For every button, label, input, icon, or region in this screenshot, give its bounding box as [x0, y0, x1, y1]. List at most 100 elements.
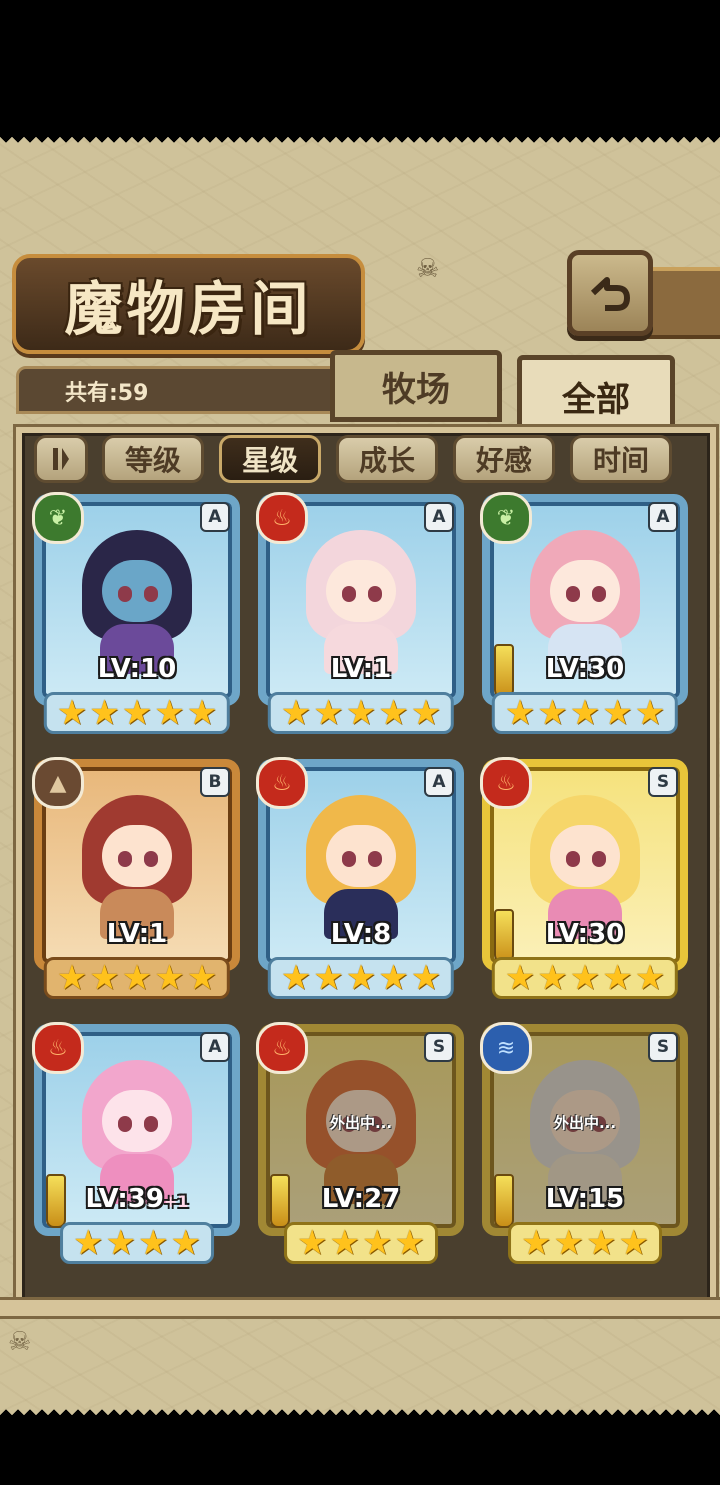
- sort-star-button[interactable]: 星级: [219, 435, 321, 483]
- star-icon: ★: [154, 693, 185, 733]
- away-status: 外出中...: [553, 1114, 617, 1132]
- star-icon: ★: [410, 958, 442, 998]
- monster-card[interactable]: A ♨ LV:1 ★ ★ ★ ★ ★: [256, 492, 464, 738]
- flame-icon: ♨: [256, 757, 308, 809]
- star-icon: ★: [186, 693, 218, 733]
- star-icon: ★: [569, 958, 601, 998]
- portrait-face: [550, 825, 620, 887]
- rank-badge: A: [200, 502, 230, 532]
- monster-portrait: [522, 789, 648, 939]
- sort-order-toggle[interactable]: [34, 435, 88, 483]
- portrait-face: [102, 560, 172, 622]
- star-rating: ★ ★ ★ ★ ★: [267, 957, 455, 999]
- star-rating: ★ ★ ★ ★ ★: [267, 692, 455, 734]
- star-icon: ★: [345, 693, 377, 733]
- level-bonus: +1: [163, 1192, 189, 1211]
- portrait-eye: [368, 851, 382, 867]
- star-icon: ★: [73, 1223, 104, 1263]
- star-icon: ★: [186, 958, 218, 998]
- star-icon: ★: [329, 1223, 360, 1263]
- monster-card[interactable]: A ♨ LV:39+1 ★ ★ ★ ★: [32, 1022, 240, 1268]
- star-icon: ★: [313, 958, 344, 998]
- flame-icon: ♨: [32, 1022, 84, 1074]
- title-plate: 魔物房间: [12, 254, 365, 354]
- flame-icon: ♨: [480, 757, 532, 809]
- footer-rail: [0, 1297, 720, 1319]
- monster-card[interactable]: S ♨ 外出中... LV:27 ★ ★ ★ ★: [256, 1022, 464, 1268]
- monster-card[interactable]: S ≋ 外出中... LV:15 ★ ★ ★ ★: [480, 1022, 688, 1268]
- monster-card[interactable]: A ♨ LV:8 ★ ★ ★ ★ ★: [256, 757, 464, 1003]
- mountain-icon: ▲: [32, 757, 84, 809]
- waves-icon: ≋: [480, 1022, 532, 1074]
- portrait-eye: [144, 586, 158, 602]
- level-label: LV:1: [330, 654, 392, 684]
- sort-level-button[interactable]: 等级: [102, 435, 204, 483]
- skull-icon: ☠: [8, 1327, 32, 1357]
- return-arrow-icon: [590, 277, 630, 311]
- portrait-eye: [566, 851, 580, 867]
- monster-count: 共有:59: [65, 381, 149, 406]
- star-icon: ★: [89, 958, 120, 998]
- monster-card[interactable]: S ♨ LV:30 ★ ★ ★ ★ ★: [480, 757, 688, 1003]
- portrait-eye: [342, 586, 356, 602]
- portrait-eye: [592, 851, 606, 867]
- star-rating: ★ ★ ★ ★ ★: [43, 957, 231, 999]
- rank-badge: A: [424, 767, 454, 797]
- portrait-face: [102, 1090, 172, 1152]
- sort-time-button[interactable]: 时间: [570, 435, 672, 483]
- count-bar: 共有:59: [16, 366, 342, 414]
- star-rating: ★ ★ ★ ★: [284, 1222, 438, 1264]
- tab-farm[interactable]: 牧场: [330, 350, 502, 422]
- level-label: LV:15: [545, 1184, 625, 1214]
- portrait-eye: [118, 586, 132, 602]
- sort-affection-button[interactable]: 好感: [453, 435, 555, 483]
- star-icon: ★: [121, 693, 153, 733]
- portrait-face: [102, 825, 172, 887]
- portrait-eye: [144, 1116, 158, 1132]
- monster-card[interactable]: A ❦ LV:10 ★ ★ ★ ★ ★: [32, 492, 240, 738]
- torn-edge-top: [0, 137, 720, 149]
- star-rating: ★ ★ ★ ★ ★: [491, 957, 679, 999]
- tab-all[interactable]: 全部: [517, 355, 675, 437]
- monster-portrait: [522, 524, 648, 674]
- monster-card[interactable]: A ❦ LV:30 ★ ★ ★ ★ ★: [480, 492, 688, 738]
- back-button[interactable]: [567, 250, 653, 336]
- game-screen: ☠ 魔物房间 共有:59 牧场 全部 等级 星级 成长 好感 时间 A ❦ LV:1…: [0, 137, 720, 1415]
- sort-arrows-icon: [53, 448, 69, 470]
- rank-badge: A: [648, 502, 678, 532]
- level-label: LV:30: [545, 919, 625, 949]
- torn-edge-bottom: [0, 1403, 720, 1415]
- flame-icon: ♨: [256, 492, 308, 544]
- star-icon: ★: [170, 1223, 201, 1263]
- portrait-eye: [144, 851, 158, 867]
- star-icon: ★: [313, 693, 344, 733]
- star-icon: ★: [378, 693, 409, 733]
- star-rating: ★ ★ ★ ★ ★: [491, 692, 679, 734]
- sort-growth-button[interactable]: 成长: [336, 435, 438, 483]
- away-status: 外出中...: [329, 1114, 393, 1132]
- monster-portrait: [298, 789, 424, 939]
- monster-portrait: [74, 524, 200, 674]
- star-icon: ★: [89, 693, 120, 733]
- monster-card[interactable]: B ▲ LV:1 ★ ★ ★ ★ ★: [32, 757, 240, 1003]
- star-icon: ★: [586, 1223, 617, 1263]
- star-icon: ★: [537, 958, 568, 998]
- monster-portrait: [74, 1054, 200, 1204]
- leaf-icon: ❦: [480, 492, 532, 544]
- portrait-eye: [342, 851, 356, 867]
- star-icon: ★: [280, 693, 312, 733]
- star-icon: ★: [602, 958, 633, 998]
- rank-badge: A: [424, 502, 454, 532]
- flame-icon: ♨: [256, 1022, 308, 1074]
- star-icon: ★: [121, 958, 153, 998]
- star-icon: ★: [297, 1223, 328, 1263]
- portrait-face: [550, 560, 620, 622]
- monster-portrait: [74, 789, 200, 939]
- level-label: LV:39+1: [85, 1184, 189, 1214]
- rank-badge: S: [648, 767, 678, 797]
- star-icon: ★: [504, 958, 536, 998]
- star-icon: ★: [394, 1223, 425, 1263]
- rank-badge: S: [648, 1032, 678, 1062]
- level-label: LV:10: [97, 654, 177, 684]
- star-icon: ★: [56, 958, 88, 998]
